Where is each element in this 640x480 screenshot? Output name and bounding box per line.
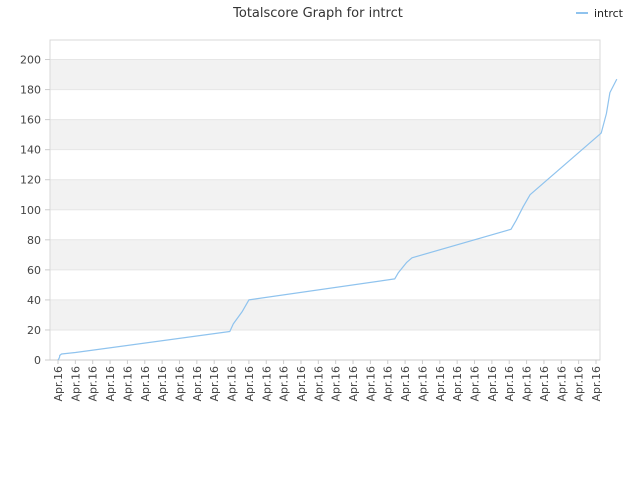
x-tick-label: Apr.16 — [590, 366, 603, 402]
x-tick-label: Apr.16 — [156, 366, 169, 402]
plot-band — [50, 269, 600, 300]
x-tick-label: Apr.16 — [191, 366, 204, 402]
x-tick-label: Apr.16 — [104, 366, 117, 402]
plot-band — [50, 59, 600, 90]
chart: Totalscore Graph for intrct 0 20 40 60 80 100… — [20, 6, 624, 402]
y-tick-label: 0 — [34, 354, 41, 367]
x-tick-label: Apr.16 — [469, 366, 482, 402]
plot-band — [50, 149, 600, 180]
x-tick-label: Apr.16 — [243, 366, 256, 402]
x-tick-label: Apr.16 — [399, 366, 412, 402]
x-axis-ticks: Apr.16 Apr.16 Apr.16 Apr.16 Apr.16 Apr.16 Apr.… — [52, 360, 603, 402]
legend[interactable]: intrct — [576, 7, 624, 20]
plot-band — [50, 119, 600, 150]
x-tick-label: Apr.16 — [278, 366, 291, 402]
y-tick-label: 40 — [27, 294, 41, 307]
plot-bands — [50, 40, 600, 360]
x-tick-label: Apr.16 — [312, 366, 325, 402]
x-tick-label: Apr.16 — [434, 366, 447, 402]
x-tick-label: Apr.16 — [486, 366, 499, 402]
y-tick-label: 120 — [20, 174, 41, 187]
x-tick-label: Apr.16 — [208, 366, 221, 402]
x-tick-label: Apr.16 — [121, 366, 134, 402]
x-tick-label: Apr.16 — [69, 366, 82, 402]
plot-band — [50, 40, 600, 60]
x-tick-label: Apr.16 — [538, 366, 551, 402]
y-tick-label: 80 — [27, 234, 41, 247]
x-tick-label: Apr.16 — [347, 366, 360, 402]
y-tick-label: 100 — [20, 204, 41, 217]
x-tick-label: Apr.16 — [364, 366, 377, 402]
plot-band — [50, 209, 600, 240]
chart-title: Totalscore Graph for intrct — [232, 6, 403, 21]
x-tick-label: Apr.16 — [382, 366, 395, 402]
x-tick-label: Apr.16 — [52, 366, 65, 402]
x-tick-label: Apr.16 — [521, 366, 534, 402]
x-tick-label: Apr.16 — [416, 366, 429, 402]
y-tick-label: 160 — [20, 114, 41, 127]
x-tick-label: Apr.16 — [87, 366, 100, 402]
plot-band — [50, 179, 600, 210]
y-tick-label: 140 — [20, 144, 41, 157]
x-tick-label: Apr.16 — [295, 366, 308, 402]
plot-band — [50, 299, 600, 330]
y-tick-label: 180 — [20, 84, 41, 97]
y-tick-label: 60 — [27, 264, 41, 277]
x-tick-label: Apr.16 — [173, 366, 186, 402]
plot-band — [50, 89, 600, 120]
x-tick-label: Apr.16 — [573, 366, 586, 402]
x-tick-label: Apr.16 — [226, 366, 239, 402]
y-axis-ticks: 0 20 40 60 80 100 120 140 160 180 200 — [20, 54, 50, 367]
plot-band — [50, 239, 600, 270]
y-tick-label: 200 — [20, 54, 41, 67]
legend-label: intrct — [594, 7, 624, 20]
x-tick-label: Apr.16 — [139, 366, 152, 402]
x-tick-label: Apr.16 — [260, 366, 273, 402]
x-tick-label: Apr.16 — [330, 366, 343, 402]
x-tick-label: Apr.16 — [503, 366, 516, 402]
x-tick-label: Apr.16 — [555, 366, 568, 402]
y-tick-label: 20 — [27, 324, 41, 337]
x-tick-label: Apr.16 — [451, 366, 464, 402]
